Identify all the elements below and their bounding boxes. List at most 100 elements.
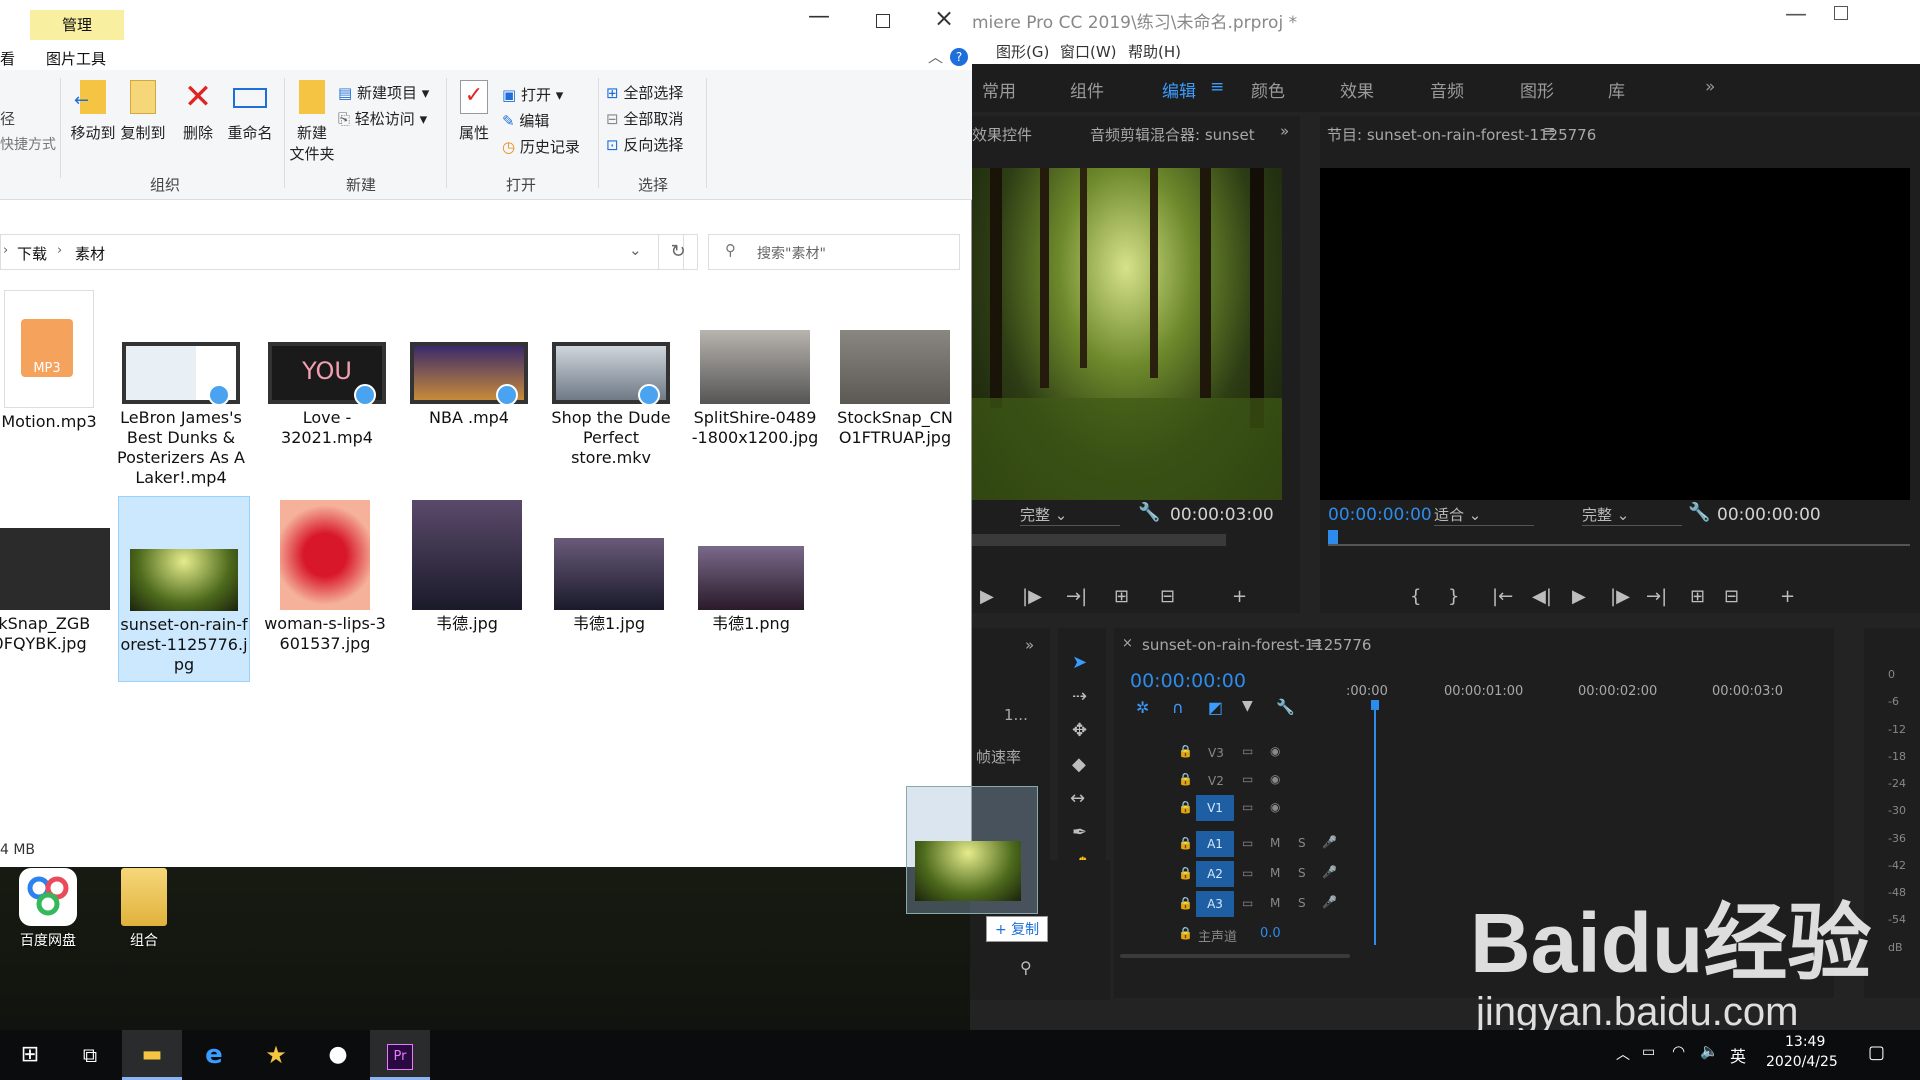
mic-icon[interactable]: 🎤: [1322, 865, 1337, 879]
breadcrumb-material[interactable]: 素材: [75, 243, 105, 264]
file-item[interactable]: 韦德.jpg: [402, 500, 532, 634]
invert-selection-button[interactable]: ⊡ 反向选择: [606, 134, 683, 155]
film-icon[interactable]: ▭: [1242, 800, 1253, 814]
file-item[interactable]: MP3 Motion.mp3: [0, 290, 114, 432]
lock-icon[interactable]: 🔒: [1178, 800, 1193, 814]
panel-menu-icon[interactable]: ≡: [1543, 122, 1556, 140]
ws-graphics[interactable]: 图形: [1520, 77, 1554, 102]
mic-icon[interactable]: 🎤: [1322, 835, 1337, 849]
rename-button[interactable]: 重命名: [222, 80, 278, 143]
delete-button[interactable]: ✕ 删除: [176, 80, 220, 143]
search-input[interactable]: ⚲ 搜索"素材": [708, 234, 960, 270]
playhead-marker[interactable]: [1328, 530, 1338, 544]
add-button-icon[interactable]: +: [1232, 586, 1247, 607]
ws-more-icon[interactable]: »: [1705, 77, 1715, 97]
more-icon[interactable]: »: [1025, 636, 1034, 654]
film-icon[interactable]: ▭: [1242, 744, 1253, 758]
marker-icon[interactable]: ▼: [1242, 698, 1253, 714]
step-back-icon[interactable]: ◀|: [1532, 586, 1552, 607]
program-fit-dropdown[interactable]: 适合 ⌄: [1434, 504, 1534, 526]
file-item[interactable]: LeBron James's Best Dunks & Posterizers …: [116, 342, 246, 488]
clock-date[interactable]: 2020/4/25: [1766, 1054, 1838, 1070]
file-item-selected[interactable]: sunset-on-rain-f orest-1125776.j pg: [118, 496, 250, 682]
help-icon[interactable]: ?: [950, 48, 968, 66]
ws-color[interactable]: 颜色: [1251, 77, 1285, 102]
slip-tool-icon[interactable]: ↔: [1070, 788, 1085, 809]
mute-button[interactable]: M: [1270, 836, 1280, 850]
ws-effects[interactable]: 效果: [1340, 77, 1374, 102]
breadcrumb-downloads[interactable]: 下载: [17, 243, 47, 264]
step-forward-icon[interactable]: |▶: [1022, 586, 1042, 607]
refresh-button[interactable]: ↻: [658, 234, 698, 270]
collapse-ribbon-icon[interactable]: ︿: [928, 46, 943, 67]
film-icon[interactable]: ▭: [1242, 896, 1253, 910]
file-item[interactable]: SplitShire-0489 -1800x1200.jpg: [690, 330, 820, 448]
ws-common[interactable]: 常用: [982, 77, 1016, 102]
ribbon-left-label-1[interactable]: 径: [0, 108, 15, 129]
extract-icon[interactable]: ⊟: [1724, 586, 1739, 607]
lock-icon[interactable]: 🔒: [1178, 926, 1193, 940]
mark-in-icon[interactable]: {: [1410, 586, 1421, 607]
solo-button[interactable]: S: [1298, 866, 1306, 880]
file-item[interactable]: 韦德1.png: [686, 546, 816, 634]
ws-menu-icon[interactable]: ≡: [1210, 77, 1224, 97]
selection-tool-icon[interactable]: ➤: [1072, 652, 1087, 673]
eye-icon[interactable]: ◉: [1270, 800, 1280, 814]
play-icon[interactable]: ▶: [1572, 586, 1586, 607]
speaker-icon[interactable]: 🔈: [1700, 1042, 1719, 1060]
more-icon[interactable]: »: [1280, 122, 1289, 140]
ws-editing[interactable]: 编辑: [1162, 77, 1196, 102]
chevron-up-icon[interactable]: ︿: [1616, 1044, 1630, 1064]
lock-icon[interactable]: 🔒: [1178, 896, 1193, 910]
track-label[interactable]: A1: [1196, 831, 1234, 857]
track-label[interactable]: A3: [1196, 891, 1234, 917]
linked-selection-icon[interactable]: ◩: [1208, 698, 1223, 717]
properties-button[interactable]: ✓ 属性: [452, 80, 496, 143]
lock-icon[interactable]: 🔒: [1178, 744, 1193, 758]
chevron-down-icon[interactable]: ⌄: [629, 241, 642, 259]
menu-help[interactable]: 帮助(H): [1128, 41, 1181, 62]
file-explorer-taskbar-icon[interactable]: ▬: [122, 1030, 182, 1080]
eye-icon[interactable]: ◉: [1270, 772, 1280, 786]
master-value[interactable]: 0.0: [1260, 926, 1281, 941]
razor-tool-icon[interactable]: ◆: [1072, 754, 1086, 775]
film-icon[interactable]: ▭: [1242, 772, 1253, 786]
film-icon[interactable]: ▭: [1242, 866, 1253, 880]
file-item[interactable]: Shop the Dude Perfect store.mkv: [546, 342, 676, 468]
tab-audio-mixer[interactable]: 音频剪辑混合器: sunset: [1090, 124, 1255, 145]
new-folder-button[interactable]: 新建 文件夹: [286, 80, 338, 164]
magnet-icon[interactable]: ∩: [1172, 698, 1184, 717]
ws-library[interactable]: 库: [1608, 77, 1625, 102]
tab-effect-controls[interactable]: 效果控件: [972, 124, 1032, 145]
mic-icon[interactable]: 🎤: [1322, 895, 1337, 909]
new-item-button[interactable]: ▤ 新建项目 ▾: [338, 82, 429, 103]
insert-icon[interactable]: ⊞: [1114, 586, 1129, 607]
close-icon[interactable]: ×: [1122, 636, 1133, 651]
star-app-icon[interactable]: ★: [246, 1030, 306, 1080]
notification-icon[interactable]: ▢: [1868, 1042, 1885, 1063]
ws-audio[interactable]: 音频: [1430, 77, 1464, 102]
ribbon-left-label-2[interactable]: 快捷方式: [0, 134, 56, 154]
start-button[interactable]: ⊞: [0, 1030, 60, 1080]
tab-manage[interactable]: 管理: [30, 10, 124, 42]
select-none-button[interactable]: ⊟ 全部取消: [606, 108, 683, 129]
solo-button[interactable]: S: [1298, 836, 1306, 850]
file-item[interactable]: YOU Love - 32021.mp4: [262, 342, 392, 448]
wrench-icon[interactable]: 🔧: [1138, 502, 1160, 523]
minimize-button[interactable]: —: [1785, 2, 1807, 27]
wifi-icon[interactable]: ◠: [1672, 1042, 1685, 1060]
file-item[interactable]: ockSnap_ZGB 00FQYBK.jpg: [0, 528, 110, 654]
panel-menu-icon[interactable]: ≡: [1310, 634, 1323, 652]
timeline-zoom-scroll[interactable]: [1120, 954, 1350, 958]
lock-icon[interactable]: 🔒: [1178, 772, 1193, 786]
premiere-taskbar-icon[interactable]: Pr: [370, 1030, 430, 1080]
qq-icon[interactable]: ●: [308, 1030, 368, 1080]
search-icon[interactable]: ⚲: [1020, 958, 1032, 977]
ws-assembly[interactable]: 组件: [1070, 77, 1104, 102]
battery-icon[interactable]: ▭: [1642, 1044, 1655, 1060]
go-to-out-icon[interactable]: →|: [1646, 586, 1667, 607]
clock-time[interactable]: 13:49: [1785, 1034, 1825, 1050]
playhead-handle[interactable]: [1371, 700, 1379, 710]
go-to-in-icon[interactable]: |←: [1492, 586, 1513, 607]
mute-button[interactable]: M: [1270, 866, 1280, 880]
